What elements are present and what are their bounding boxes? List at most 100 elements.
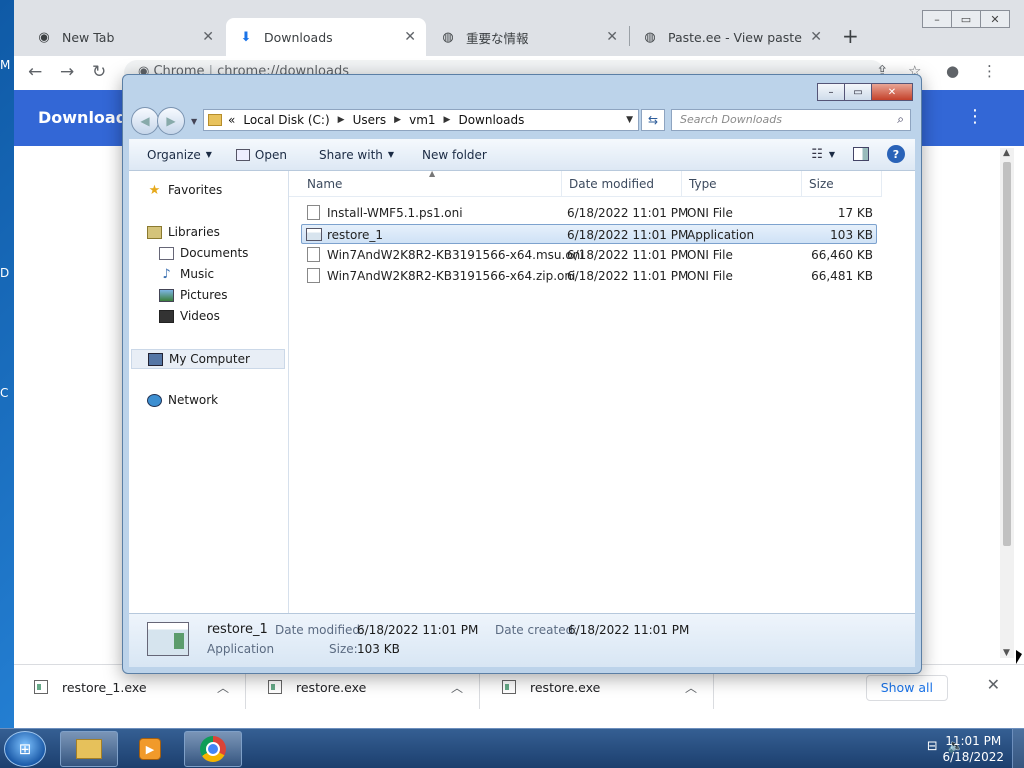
file-icon — [307, 268, 320, 283]
nav-documents[interactable]: Documents — [159, 246, 248, 260]
search-input[interactable]: Search Downloads ⌕ — [671, 109, 911, 131]
close-button[interactable]: ✕ — [871, 83, 913, 101]
tab-title: Paste.ee - View paste 5aq — [668, 29, 802, 45]
open-label: Open — [254, 147, 287, 162]
open-button[interactable]: Open — [226, 148, 297, 162]
nav-my-computer[interactable]: My Computer — [131, 349, 285, 369]
nav-music[interactable]: ♪ Music — [159, 267, 214, 282]
file-date: 6/18/2022 11:01 PM — [567, 248, 689, 262]
nav-pictures[interactable]: Pictures — [159, 288, 228, 302]
column-headers: ▲ Name Date modified Type Size — [289, 169, 882, 197]
refresh-icon[interactable]: ⇆ — [641, 109, 665, 131]
breadcrumb-downloads[interactable]: Downloads — [458, 113, 524, 127]
new-tab-button[interactable]: + — [842, 24, 859, 48]
nav-label: Favorites — [168, 183, 223, 197]
file-size: 103 KB — [830, 228, 873, 242]
column-divider[interactable] — [881, 171, 882, 197]
address-overflow[interactable]: « — [228, 113, 235, 127]
column-name[interactable]: Name — [307, 177, 342, 191]
chevron-down-icon: ▼ — [205, 150, 212, 159]
tab-paste-ee[interactable]: ◍ Paste.ee - View paste 5aq ✕ — [630, 18, 832, 56]
nav-libraries[interactable]: Libraries — [147, 225, 220, 239]
file-row-selected[interactable]: restore_1 6/18/2022 11:01 PM Application… — [301, 224, 877, 244]
preview-pane-icon[interactable] — [853, 147, 869, 161]
menu-kebab-icon[interactable]: ⋮ — [982, 62, 997, 80]
new-folder-button[interactable]: New folder — [412, 148, 497, 162]
chevron-right-icon[interactable]: ▶ — [394, 115, 401, 125]
forward-icon[interactable]: → — [60, 62, 74, 82]
file-icon — [307, 205, 320, 220]
scroll-up-icon[interactable]: ▲ — [1003, 148, 1010, 158]
close-shelf-icon[interactable]: ✕ — [987, 675, 1000, 694]
maximize-button[interactable]: ▭ — [844, 83, 872, 101]
view-options-icon[interactable]: ☷ — [811, 147, 823, 162]
breadcrumb-users[interactable]: Users — [353, 113, 387, 127]
column-type[interactable]: Type — [689, 177, 717, 191]
network-tray-icon[interactable]: ⊟ — [927, 739, 938, 754]
column-divider[interactable] — [801, 171, 802, 197]
chevron-up-icon[interactable]: ︿ — [451, 679, 463, 696]
clock[interactable]: 11:01 PM 6/18/2022 — [942, 733, 1004, 765]
organize-button[interactable]: Organize ▼ — [137, 148, 222, 162]
show-all-button[interactable]: Show all — [865, 675, 948, 701]
start-button[interactable]: ⊞ — [4, 731, 46, 767]
chevron-up-icon[interactable]: ︿ — [217, 679, 229, 696]
nav-network[interactable]: Network — [147, 393, 218, 407]
minimize-button[interactable]: – — [922, 10, 952, 28]
chevron-right-icon[interactable]: ▶ — [338, 115, 345, 125]
more-actions-icon[interactable]: ⋮ — [966, 106, 984, 127]
reload-icon[interactable]: ↻ — [92, 62, 106, 82]
close-icon[interactable]: ✕ — [202, 29, 214, 45]
desktop-icon-label: D — [0, 266, 10, 280]
share-with-button[interactable]: Share with ▼ — [309, 148, 404, 162]
command-bar: Organize ▼ Open Share with ▼ New folder ☷ … — [129, 139, 915, 171]
help-icon[interactable]: ? — [887, 145, 905, 163]
details-date-created-label: Date created: — [495, 623, 578, 637]
tab-new-tab[interactable]: ◉ New Tab ✕ — [24, 18, 224, 56]
taskbar-explorer[interactable] — [60, 731, 118, 767]
file-type: ONI File — [687, 248, 733, 262]
tab-downloads[interactable]: ⬇ Downloads ✕ — [226, 18, 426, 56]
nav-label: Pictures — [180, 288, 228, 302]
show-desktop-button[interactable] — [1012, 729, 1024, 768]
file-size: 17 KB — [837, 206, 873, 220]
scrollbar-thumb[interactable] — [1003, 162, 1011, 546]
taskbar-media-player[interactable]: ▶ — [122, 731, 178, 767]
chevron-down-icon[interactable]: ▼ — [829, 150, 835, 159]
recent-pages-dropdown-icon[interactable]: ▼ — [191, 117, 197, 126]
details-file-name: restore_1 — [207, 622, 268, 637]
minimize-button[interactable]: – — [817, 83, 845, 101]
close-button[interactable]: ✕ — [980, 10, 1010, 28]
chevron-right-icon[interactable]: ▶ — [444, 115, 451, 125]
back-icon[interactable]: ◀ — [131, 107, 159, 135]
taskbar-chrome[interactable] — [184, 731, 242, 767]
file-row[interactable]: Install-WMF5.1.ps1.oni 6/18/2022 11:01 P… — [301, 203, 877, 223]
back-icon[interactable]: ← — [28, 62, 42, 82]
column-date-modified[interactable]: Date modified — [569, 177, 654, 191]
breadcrumb-vm1[interactable]: vm1 — [409, 113, 435, 127]
file-name: Win7AndW2K8R2-KB3191566-x64.zip.oni — [327, 269, 576, 283]
forward-icon[interactable]: ▶ — [157, 107, 185, 135]
column-divider[interactable] — [561, 171, 562, 197]
column-divider[interactable] — [681, 171, 682, 197]
details-size: 103 KB — [357, 642, 400, 656]
address-bar[interactable]: « Local Disk (C:) ▶ Users ▶ vm1 ▶ Downlo… — [203, 109, 639, 131]
explorer-nav-buttons: ◀ ▶ — [131, 107, 185, 135]
close-icon[interactable]: ✕ — [606, 29, 618, 45]
breadcrumb-local-disk[interactable]: Local Disk (C:) — [243, 113, 329, 127]
close-icon[interactable]: ✕ — [810, 29, 822, 45]
file-row[interactable]: Win7AndW2K8R2-KB3191566-x64.msu.oni 6/18… — [301, 245, 877, 265]
close-icon[interactable]: ✕ — [404, 29, 416, 45]
column-size[interactable]: Size — [809, 177, 834, 191]
nav-favorites[interactable]: ★ Favorites — [147, 183, 223, 198]
search-icon[interactable]: ⌕ — [897, 112, 904, 127]
scroll-down-icon[interactable]: ▼ — [1003, 648, 1010, 658]
chevron-up-icon[interactable]: ︿ — [685, 679, 697, 696]
nav-videos[interactable]: Videos — [159, 309, 220, 323]
page-scrollbar[interactable]: ▲ ▼ — [1000, 148, 1014, 658]
chevron-down-icon[interactable]: ▼ — [626, 115, 633, 125]
tab-important-info[interactable]: ◍ 重要な情報 ✕ — [428, 18, 628, 56]
profile-avatar-icon[interactable]: ● — [946, 62, 959, 80]
file-row[interactable]: Win7AndW2K8R2-KB3191566-x64.zip.oni 6/18… — [301, 266, 877, 286]
maximize-button[interactable]: ▭ — [951, 10, 981, 28]
